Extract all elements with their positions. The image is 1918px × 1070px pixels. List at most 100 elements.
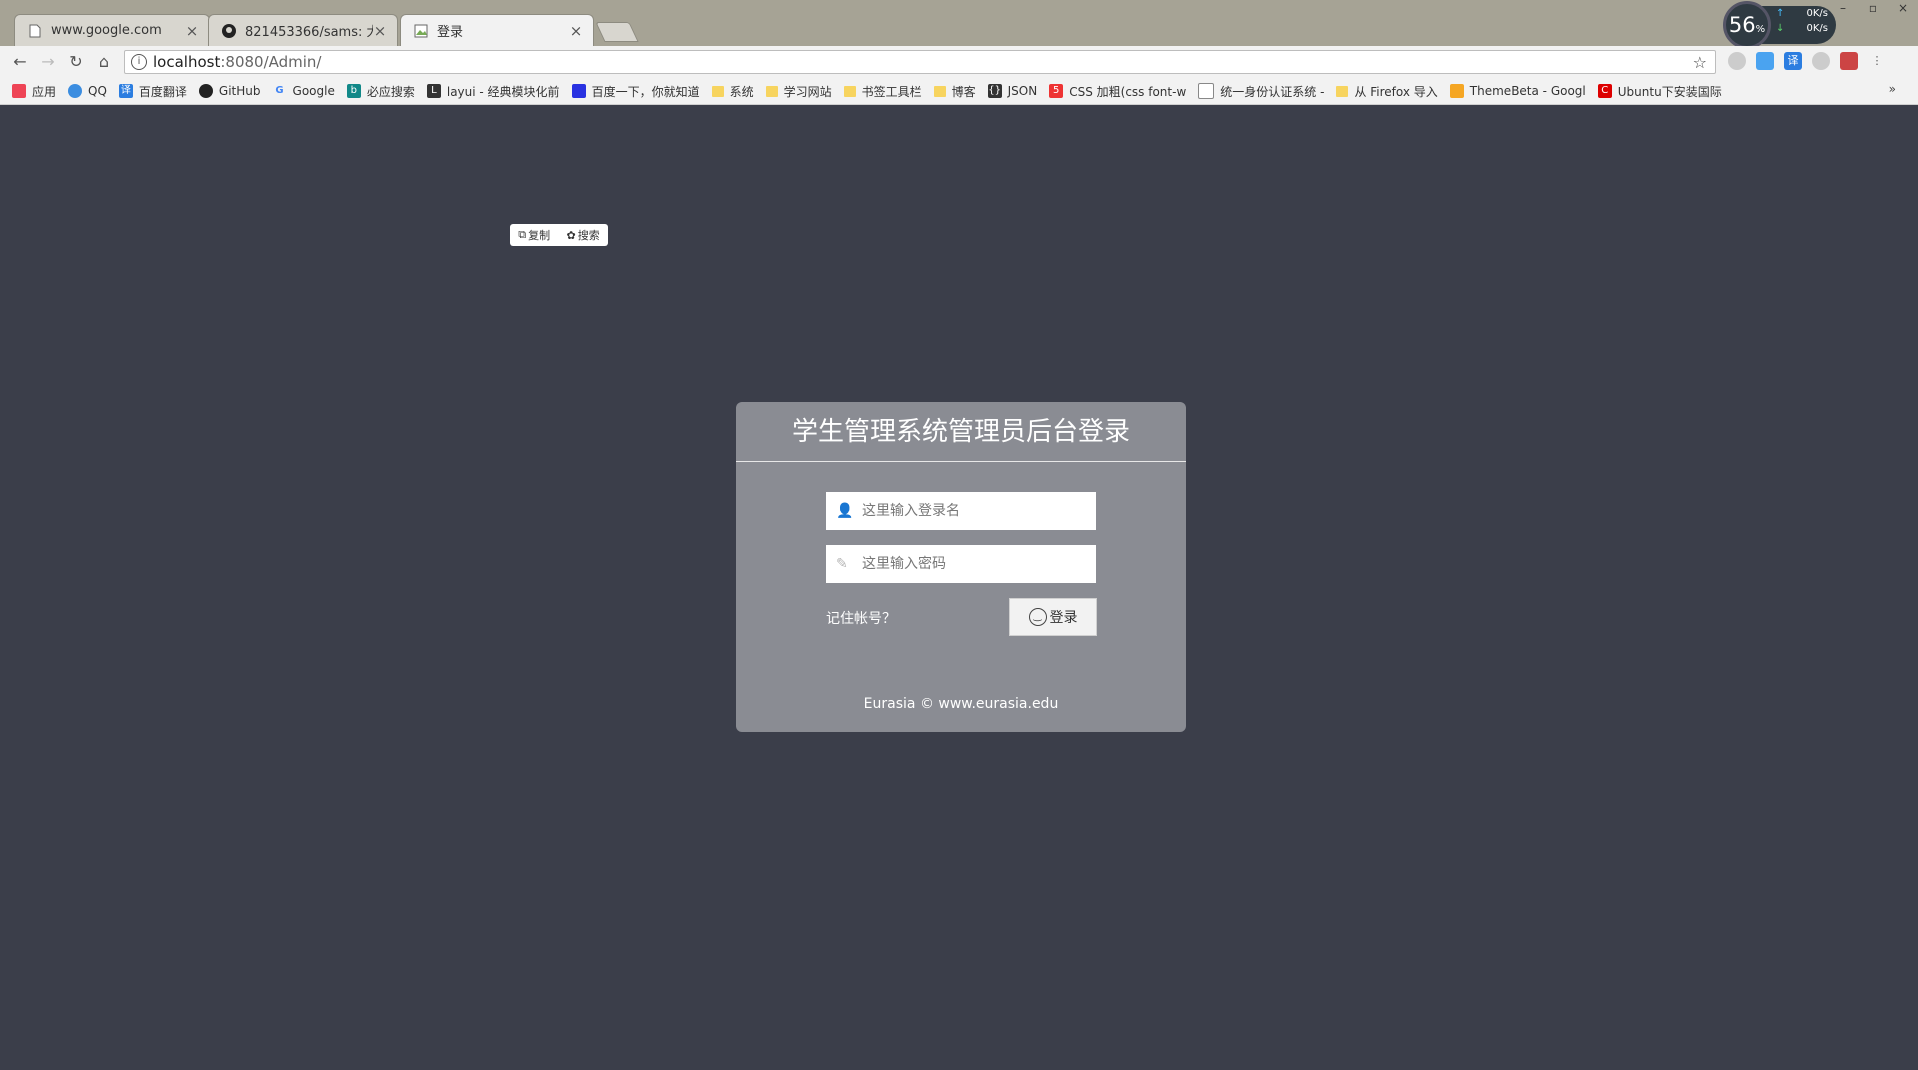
folder-icon [1336,85,1349,97]
close-window-icon[interactable]: × [1888,0,1918,18]
memory-gauge: 56% [1723,1,1771,49]
selection-popup: ⧉ 复制 ✿ 搜索 [510,224,608,246]
bookmark-item[interactable]: 学习网站 [765,83,832,100]
bookmark-item[interactable]: 统一身份认证系统 - [1198,83,1324,100]
bookmark-item[interactable]: 书签工具栏 [843,83,922,100]
login-title: 学生管理系统管理员后台登录 [736,402,1186,462]
minimize-icon[interactable]: – [1828,0,1858,18]
bookmark-label: Google [292,84,335,98]
home-icon[interactable]: ⌂ [94,52,114,72]
bookmark-item[interactable]: 5 CSS 加粗(css font-w [1049,83,1186,100]
bookmark-item[interactable]: 译百度翻译 [118,83,187,100]
layui-icon: L [426,84,441,98]
search-action[interactable]: ✿ 搜索 [567,227,600,243]
bookmark-item[interactable]: GitHub [198,84,261,98]
extension-icon[interactable] [1728,52,1746,70]
bookmark-label: 百度翻译 [138,84,187,99]
new-tab-button[interactable] [595,22,639,42]
reload-icon[interactable]: ↻ [66,52,86,72]
back-icon[interactable]: ← [10,52,30,72]
extension-icon[interactable] [1812,52,1830,70]
address-bar[interactable]: i localhost:8080/Admin/ ☆ [124,50,1716,74]
bookmark-label: 学习网站 [783,84,832,99]
tab-title: 登录 [437,25,464,40]
maximize-icon[interactable]: ▫ [1858,0,1888,18]
bookmark-star-icon[interactable]: ☆ [1693,53,1707,72]
bing-icon: b [346,84,361,98]
bookmark-item[interactable]: 百度一下，你就知道 [571,83,700,100]
bookmarks-overflow-icon[interactable]: » [1889,82,1896,96]
tab-title: 821453366/sams: 大二 [245,25,373,40]
bookmark-label: 博客 [951,84,976,99]
folder-icon [765,85,778,97]
copy-action[interactable]: ⧉ 复制 [518,227,550,243]
extension-icon[interactable] [1840,52,1858,70]
password-input[interactable] [860,555,1084,573]
login-button[interactable]: ‿ 登录 [1009,598,1097,636]
apps-icon [12,84,26,98]
bookmark-item[interactable]: 博客 [933,83,976,100]
close-icon[interactable]: × [569,22,583,40]
tab-google[interactable]: www.google.com × [14,14,210,46]
bookmark-item[interactable]: 应用 [12,83,56,100]
remember-account[interactable]: 记住帐号？ [826,608,896,628]
image-icon [413,23,429,39]
translate-icon[interactable]: 译 [1784,52,1802,70]
menu-icon[interactable]: ⋮ [1868,52,1886,70]
themebeta-icon [1449,84,1464,98]
username-input[interactable] [860,502,1084,520]
bookmark-label: GitHub [218,84,261,98]
username-field[interactable]: 👤 [826,492,1096,530]
bookmark-item[interactable]: {} JSON [987,84,1037,98]
paw-icon: ✿ [566,228,576,242]
bookmark-label: 必应搜索 [366,84,415,99]
github-icon [198,84,213,98]
upload-speed: 0K/s [1806,8,1829,19]
css-icon: 5 [1049,84,1064,98]
copy-icon: ⧉ [518,228,527,241]
url-path: :8080/Admin/ [220,53,322,71]
github-icon [221,23,237,39]
bookmark-item[interactable]: QQ [68,84,107,98]
csdn-icon: C [1597,84,1612,98]
bookmark-item[interactable]: G Google [273,84,335,98]
bookmark-label: CSS 加粗(css font-w [1069,84,1187,99]
bookmark-item[interactable]: C Ubuntu下安装国际 [1597,83,1722,100]
arrow-down-icon: ↓ [1776,23,1785,34]
url-host: localhost [153,53,221,71]
close-icon[interactable]: × [185,22,199,40]
browser-toolbar: ← → ↻ ⌂ i localhost:8080/Admin/ ☆ 译 ⋮ [0,46,1918,78]
percent-unit: % [1755,23,1766,35]
folder-icon [711,85,724,97]
pencil-icon: ✎ [836,556,848,572]
bookmark-label: layui - 经典模块化前 [446,84,560,99]
window-controls: – ▫ × [1828,0,1918,18]
tab-github[interactable]: 821453366/sams: 大二 × [208,14,398,46]
tab-login[interactable]: 登录 × [400,14,594,46]
close-icon[interactable]: × [373,22,387,40]
json-icon: {} [987,84,1002,98]
smile-icon: ‿ [1028,608,1047,626]
bookmark-item[interactable]: Llayui - 经典模块化前 [426,83,560,100]
download-speed: 0K/s [1806,23,1829,34]
forward-icon[interactable]: → [38,52,58,72]
tab-strip: www.google.com × 821453366/sams: 大二 × 登录… [0,0,1918,49]
bookmark-item[interactable]: b 必应搜索 [346,83,415,100]
password-field[interactable]: ✎ [826,545,1096,583]
bookmark-item[interactable]: 从 Firefox 导入 [1336,83,1438,100]
folder-icon [933,85,946,97]
user-icon: 👤 [836,503,854,519]
extension-icon[interactable] [1756,52,1774,70]
speed-readout: ↑ 0K/s ↓ 0K/s [1762,6,1836,44]
page-icon [27,23,43,39]
bookmark-item[interactable]: 系统 [711,83,754,100]
bookmark-label: 书签工具栏 [861,84,922,99]
page-icon [1198,83,1215,99]
tab-title: www.google.com [51,23,162,38]
baidu-icon [571,84,586,98]
info-icon[interactable]: i [131,54,147,70]
bookmark-label: 统一身份认证系统 - [1220,84,1325,99]
google-icon: G [275,85,284,96]
bookmark-item[interactable]: ThemeBeta - Googl [1449,84,1586,98]
bookmark-label: 百度一下，你就知道 [591,84,700,99]
